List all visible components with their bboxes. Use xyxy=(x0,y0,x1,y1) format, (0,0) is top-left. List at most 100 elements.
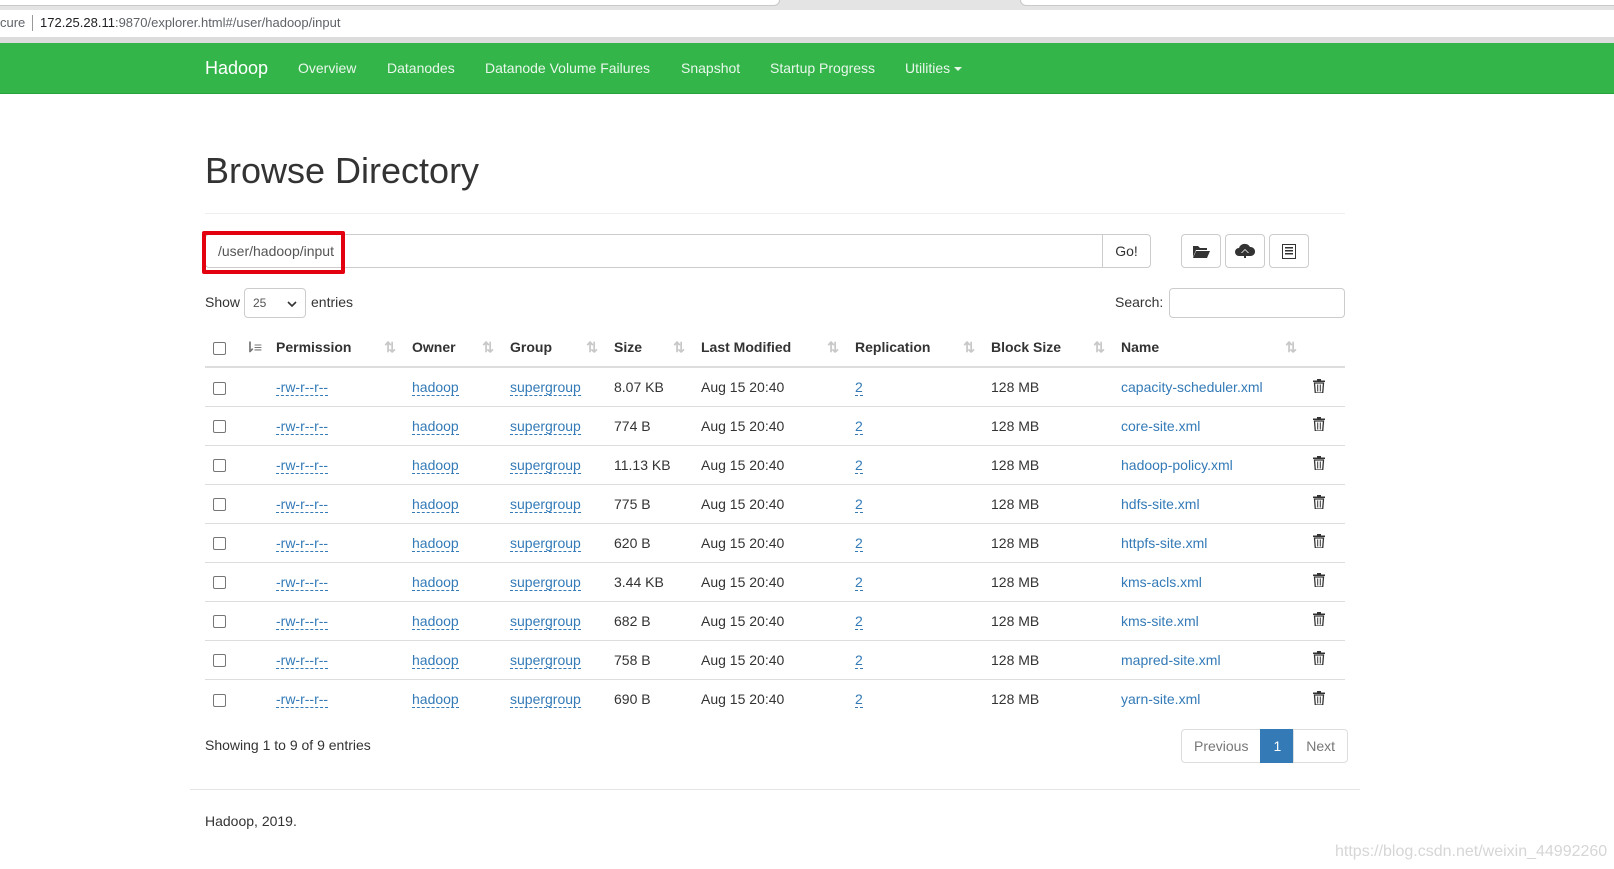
trash-icon[interactable] xyxy=(1313,456,1325,473)
upload-files-button[interactable] xyxy=(1225,234,1265,268)
owner-link[interactable]: hadoop xyxy=(412,651,459,669)
nav-startup-progress[interactable]: Startup Progress xyxy=(770,60,875,76)
row-checkbox[interactable] xyxy=(213,654,226,668)
row-checkbox[interactable] xyxy=(213,537,226,551)
permission-link[interactable]: -rw-r--r-- xyxy=(276,612,329,630)
browser-tab[interactable] xyxy=(0,0,780,6)
browser-tab[interactable] xyxy=(1020,0,1614,6)
select-all-checkbox[interactable] xyxy=(213,341,226,355)
trash-icon[interactable] xyxy=(1313,651,1325,668)
header-owner[interactable]: Owner ⇅ xyxy=(404,328,502,368)
group-link[interactable]: supergroup xyxy=(510,573,581,591)
sort-both-icon: ⇅ xyxy=(1093,339,1105,355)
replication-link[interactable]: 2 xyxy=(855,612,863,630)
row-checkbox[interactable] xyxy=(213,459,226,473)
permission-link[interactable]: -rw-r--r-- xyxy=(276,690,329,708)
file-name-link[interactable]: kms-site.xml xyxy=(1121,613,1199,629)
header-name[interactable]: Name ⇅ xyxy=(1113,328,1305,368)
trash-icon[interactable] xyxy=(1313,573,1325,590)
url-text[interactable]: 172.25.28.11:9870/explorer.html#/user/ha… xyxy=(40,15,340,30)
permission-link[interactable]: -rw-r--r-- xyxy=(276,651,329,669)
entries-per-page-select[interactable]: 25 xyxy=(244,288,306,318)
trash-icon[interactable] xyxy=(1313,378,1325,396)
cut-paste-button[interactable] xyxy=(1269,234,1309,268)
permission-link[interactable]: -rw-r--r-- xyxy=(276,456,329,474)
owner-link[interactable]: hadoop xyxy=(412,534,459,552)
header-last-modified[interactable]: Last Modified ⇅ xyxy=(693,328,847,368)
owner-link[interactable]: hadoop xyxy=(412,573,459,591)
row-checkbox[interactable] xyxy=(213,693,226,707)
header-block-size[interactable]: Block Size ⇅ xyxy=(983,328,1113,368)
file-name-link[interactable]: mapred-site.xml xyxy=(1121,652,1221,668)
permission-link[interactable]: -rw-r--r-- xyxy=(276,495,329,513)
permission-link[interactable]: -rw-r--r-- xyxy=(276,573,329,591)
nav-datanodes[interactable]: Datanodes xyxy=(387,60,455,76)
group-link[interactable]: supergroup xyxy=(510,690,581,708)
row-checkbox[interactable] xyxy=(213,498,226,512)
nav-utilities-dropdown[interactable]: Utilities xyxy=(905,60,963,76)
sort-column-header[interactable]: ⇂≡ xyxy=(235,328,268,368)
header-replication-label: Replication xyxy=(855,339,931,355)
group-link[interactable]: supergroup xyxy=(510,378,581,396)
file-name-link[interactable]: hdfs-site.xml xyxy=(1121,496,1200,512)
group-link[interactable]: supergroup xyxy=(510,417,581,435)
group-link[interactable]: supergroup xyxy=(510,612,581,630)
security-indicator[interactable]: cure xyxy=(0,15,25,30)
group-link[interactable]: supergroup xyxy=(510,534,581,552)
group-link[interactable]: supergroup xyxy=(510,456,581,474)
header-permission[interactable]: Permission ⇅ xyxy=(268,328,404,368)
page-1-button[interactable]: 1 xyxy=(1260,729,1295,763)
group-link[interactable]: supergroup xyxy=(510,651,581,669)
trash-icon[interactable] xyxy=(1313,417,1325,434)
next-page-button[interactable]: Next xyxy=(1293,729,1349,763)
nav-datanode-volume-failures[interactable]: Datanode Volume Failures xyxy=(485,60,650,76)
permission-link[interactable]: -rw-r--r-- xyxy=(276,378,329,396)
replication-link[interactable]: 2 xyxy=(855,456,863,474)
nav-overview[interactable]: Overview xyxy=(298,60,356,76)
replication-link[interactable]: 2 xyxy=(855,495,863,513)
replication-link[interactable]: 2 xyxy=(855,378,863,396)
owner-link[interactable]: hadoop xyxy=(412,612,459,630)
previous-page-button[interactable]: Previous xyxy=(1181,729,1262,763)
file-name-link[interactable]: kms-acls.xml xyxy=(1121,574,1202,590)
directory-path-input[interactable] xyxy=(205,234,1103,268)
file-name-link[interactable]: httpfs-site.xml xyxy=(1121,535,1207,551)
owner-link[interactable]: hadoop xyxy=(412,417,459,435)
last-modified-cell: Aug 15 20:40 xyxy=(693,522,847,562)
permission-link[interactable]: -rw-r--r-- xyxy=(276,417,329,435)
block-size-cell: 128 MB xyxy=(983,561,1113,601)
replication-link[interactable]: 2 xyxy=(855,690,863,708)
owner-link[interactable]: hadoop xyxy=(412,378,459,396)
replication-link[interactable]: 2 xyxy=(855,534,863,552)
header-size[interactable]: Size ⇅ xyxy=(606,328,693,368)
replication-link[interactable]: 2 xyxy=(855,651,863,669)
trash-icon[interactable] xyxy=(1313,495,1325,512)
row-checkbox[interactable] xyxy=(213,615,226,629)
trash-icon[interactable] xyxy=(1313,612,1325,629)
trash-icon[interactable] xyxy=(1313,690,1325,708)
address-bar[interactable]: cure 172.25.28.11:9870/explorer.html#/us… xyxy=(0,10,1614,37)
owner-link[interactable]: hadoop xyxy=(412,690,459,708)
owner-link[interactable]: hadoop xyxy=(412,456,459,474)
go-button[interactable]: Go! xyxy=(1102,234,1151,268)
file-name-link[interactable]: hadoop-policy.xml xyxy=(1121,457,1233,473)
file-name-link[interactable]: capacity-scheduler.xml xyxy=(1121,379,1263,395)
nav-snapshot[interactable]: Snapshot xyxy=(681,60,740,76)
file-name-link[interactable]: core-site.xml xyxy=(1121,418,1200,434)
file-name-link[interactable]: yarn-site.xml xyxy=(1121,691,1200,707)
row-checkbox[interactable] xyxy=(213,420,226,434)
search-input[interactable] xyxy=(1169,288,1345,318)
permission-link[interactable]: -rw-r--r-- xyxy=(276,534,329,552)
owner-link[interactable]: hadoop xyxy=(412,495,459,513)
list-alt-icon xyxy=(1282,243,1296,259)
replication-link[interactable]: 2 xyxy=(855,573,863,591)
header-replication[interactable]: Replication ⇅ xyxy=(847,328,983,368)
group-link[interactable]: supergroup xyxy=(510,495,581,513)
header-group[interactable]: Group ⇅ xyxy=(502,328,606,368)
row-checkbox[interactable] xyxy=(213,576,226,590)
navbar-brand[interactable]: Hadoop xyxy=(205,58,268,79)
row-checkbox[interactable] xyxy=(213,381,226,395)
trash-icon[interactable] xyxy=(1313,534,1325,551)
replication-link[interactable]: 2 xyxy=(855,417,863,435)
create-directory-button[interactable] xyxy=(1181,234,1221,268)
